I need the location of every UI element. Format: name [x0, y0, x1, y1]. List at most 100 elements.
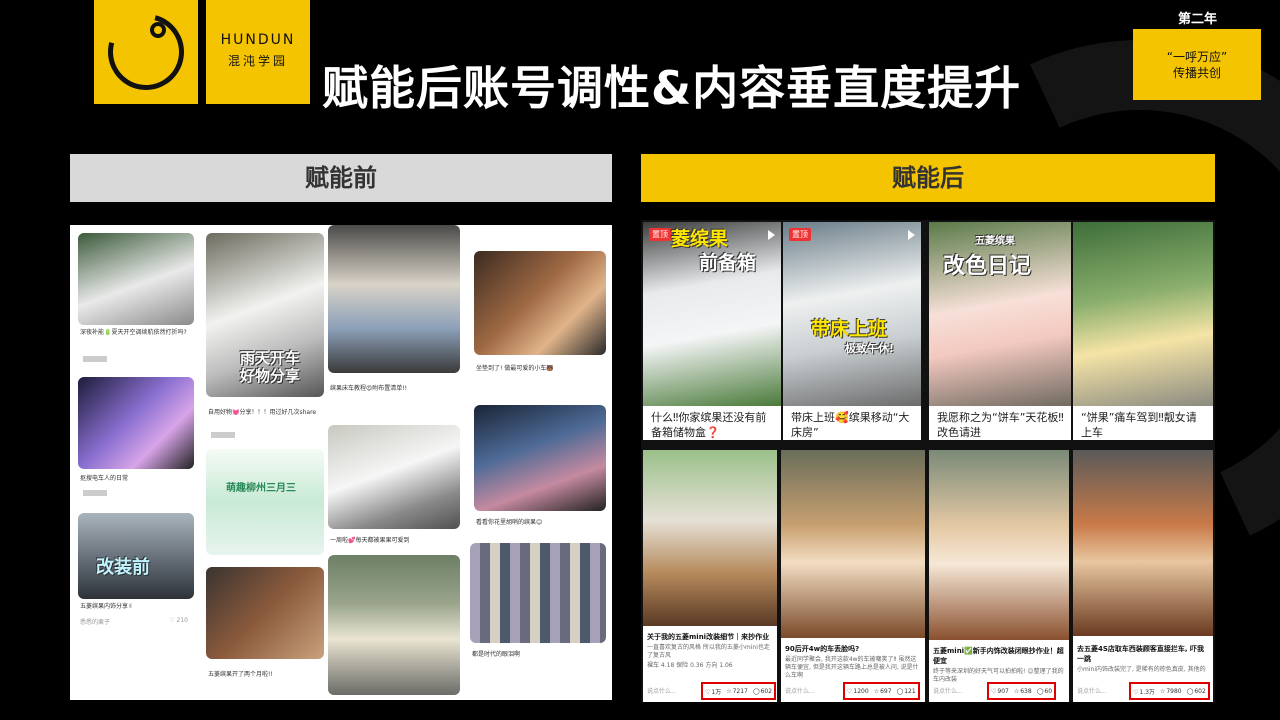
list-item[interactable]: 都是时代的眼泪啊: [470, 543, 606, 669]
post-image: [328, 555, 460, 695]
star-count: 7980: [1166, 687, 1182, 695]
comment-input[interactable]: 说点什么...: [933, 688, 983, 696]
post-overlay-text: 萌趣柳州三月三: [226, 483, 296, 494]
list-item[interactable]: 置顶 菱缤果 前备箱 什么‼你家缤果还没有前备箱储物盒❓: [643, 222, 781, 440]
campaign-badge: “一呼万应” 传播共创: [1133, 29, 1261, 100]
badge-line2: 传播共创: [1172, 66, 1221, 80]
list-item[interactable]: 五菱mini✅新手内饰改装闭眼抄作业！超便宜 终于等来深圳的好天气可以拍拍啦! …: [929, 450, 1069, 702]
comment-input[interactable]: 说点什么...: [647, 688, 707, 696]
post-overlay-text-2: 前备箱: [699, 252, 757, 274]
post-caption: 90后开4w的车丢脸吗?: [785, 645, 860, 653]
post-image: [474, 251, 606, 355]
brand-en: HUNDUN: [220, 32, 296, 48]
star-icon[interactable]: ☆7217: [726, 688, 748, 695]
post-image: [206, 449, 324, 555]
post-author: 悉悉的栗子 ♡ 210: [80, 617, 192, 626]
post-image: [643, 450, 777, 626]
list-item[interactable]: 萌趣柳州三月三: [206, 449, 324, 559]
list-item[interactable]: 看看你花里胡哨的缤果😊: [474, 405, 606, 535]
author-name: 悉悉的栗子: [80, 619, 111, 626]
list-item[interactable]: [328, 555, 460, 700]
post-caption: 坐垫到了! 做最可爱的小车🐻: [476, 365, 554, 372]
list-item[interactable]: 五菱缤果 改色日记 我愿称之为“饼车”天花板‼改色请进: [929, 222, 1071, 440]
comment-input[interactable]: 说点什么...: [1077, 688, 1129, 696]
post-caption: 带床上班🥰缤果移动“大床房”: [791, 411, 910, 439]
post-caption: 抠搜电车人的日常: [80, 475, 129, 482]
post-image: [929, 450, 1069, 640]
section-before-header: 赋能前: [70, 154, 612, 202]
post-image: [78, 377, 194, 469]
post-text-2: 裸车 4.18 保险 0.36 方向 1.06: [647, 662, 733, 669]
list-item[interactable]: 抠搜电车人的日常: [78, 377, 194, 505]
star-icon[interactable]: ☆697: [874, 688, 892, 695]
video-play-icon: [908, 230, 915, 240]
hundun-logo-mark: [94, 0, 198, 104]
post-image: [470, 543, 606, 643]
list-item[interactable]: 改装前 五菱缤果内饰分享✌ 悉悉的栗子 ♡ 210: [78, 513, 194, 631]
comment-count: 121: [904, 687, 916, 695]
comment-input[interactable]: 说点什么...: [785, 688, 841, 696]
post-caption: 看看你花里胡哨的缤果😊: [476, 519, 543, 526]
post-caption: 我愿称之为“饼车”天花板‼改色请进: [937, 411, 1064, 439]
badge-line1: “一呼万应”: [1166, 50, 1228, 64]
video-play-icon: [768, 230, 775, 240]
post-caption: 什么‼你家缤果还没有前备箱储物盒❓: [651, 411, 767, 439]
slide-title: 赋能后账号调性&内容垂直度提升: [322, 61, 1022, 115]
like-count: 1.3万: [1139, 688, 1155, 696]
list-item[interactable]: 一周啦💕每天都被果果可爱到: [328, 425, 460, 545]
post-author: [80, 489, 107, 496]
post-caption: 五菱缤果开了两个月啦!!: [208, 671, 273, 678]
list-item[interactable]: 深夜补能🔋夏天开空调续航依然打折吗?: [78, 233, 194, 373]
list-item[interactable]: 关于我的五菱mini改装细节｜来抄作业 一直喜欢复古的风格 所以我的五菱小min…: [643, 450, 777, 702]
like-icon[interactable]: ♡1.3万: [1133, 687, 1155, 696]
list-item[interactable]: 雨天开车 好物分享 自用好物💓分享！！！用过好几次share: [206, 233, 324, 443]
comment-count: 60: [1044, 687, 1053, 695]
post-image: [78, 233, 194, 325]
post-text: 小mini内饰改装完了, 是稀有的棕色真皮, 其他的: [1077, 666, 1206, 673]
list-item[interactable]: 坐垫到了! 做最可爱的小车🐻: [474, 251, 606, 379]
post-caption: 去五菱4S店取车西装顾客直接拦车, 吓我一跳: [1077, 645, 1205, 663]
like-count: 1万: [711, 688, 722, 696]
list-item[interactable]: 置顶 带床上班 极致午休! 带床上班🥰缤果移动“大床房”: [783, 222, 921, 440]
list-item[interactable]: 缤果床车教程😍附布置清单!!: [328, 225, 460, 401]
comment-icon[interactable]: ◯60: [1037, 688, 1052, 695]
logo-dot-icon: [150, 22, 166, 38]
post-image: [206, 567, 324, 659]
list-item[interactable]: 五菱缤果开了两个月啦!!: [206, 567, 324, 695]
comment-icon[interactable]: ◯602: [753, 688, 772, 695]
post-overlay-text: 带床上班: [811, 318, 888, 340]
year-label: 第二年: [1178, 12, 1218, 27]
like-icon[interactable]: ♡1200: [847, 688, 869, 695]
list-item[interactable]: “饼果”痛车驾到‼靓女请上车: [1073, 222, 1213, 440]
list-item[interactable]: 90后开4w的车丢脸吗? 最近同学聚会, 我开这款4w的车被嘲笑了‼ 虽然这辆车…: [781, 450, 925, 702]
post-caption: 缤果床车教程😍附布置清单!!: [330, 385, 408, 392]
post-image: [1073, 450, 1213, 636]
like-icon[interactable]: ♡1万: [705, 687, 721, 696]
engagement-stats: ♡907 ☆638 ◯60: [987, 682, 1057, 700]
comment-icon[interactable]: ◯602: [1187, 688, 1206, 695]
before-feed-screenshot: 深夜补能🔋夏天开空调续航依然打折吗? 抠搜电车人的日常 改装前 五菱缤果内饰分享…: [70, 225, 612, 700]
like-count: 1200: [853, 687, 869, 695]
like-count: 907: [997, 687, 1009, 695]
post-text: 最近同学聚会, 我开这款4w的车被嘲笑了‼ 虽然这辆车便宜, 但是我开这辆车路上…: [785, 656, 919, 679]
brand-cn: 混沌学园: [227, 54, 288, 68]
post-caption: 深夜补能🔋夏天开空调续航依然打折吗?: [80, 329, 187, 336]
star-icon[interactable]: ☆638: [1014, 688, 1032, 695]
post-caption: 五菱mini✅新手内饰改装闭眼抄作业！超便宜: [933, 647, 1064, 665]
engagement-stats: ♡1200 ☆697 ◯121: [843, 682, 920, 700]
like-count-value: 210: [176, 617, 188, 624]
post-caption: 一周啦💕每天都被果果可爱到: [330, 537, 410, 544]
post-caption: 都是时代的眼泪啊: [472, 651, 521, 658]
after-feed-screenshot: 置顶 菱缤果 前备箱 什么‼你家缤果还没有前备箱储物盒❓ 置顶 带床上班 极致午…: [641, 220, 1215, 702]
comment-count: 602: [1194, 687, 1206, 695]
comment-icon[interactable]: ◯121: [897, 688, 916, 695]
like-icon[interactable]: ♡907: [991, 688, 1009, 695]
star-count: 7217: [732, 687, 748, 695]
logo-ring-icon: [94, 0, 198, 104]
section-after-header: 赋能后: [641, 154, 1215, 202]
list-item[interactable]: 去五菱4S店取车西装顾客直接拦车, 吓我一跳 小mini内饰改装完了, 是稀有的…: [1073, 450, 1213, 702]
post-caption: “饼果”痛车驾到‼靓女请上车: [1081, 411, 1197, 439]
pinned-badge: 置顶: [789, 228, 811, 241]
star-icon[interactable]: ☆7980: [1160, 688, 1182, 695]
post-image: [474, 405, 606, 511]
